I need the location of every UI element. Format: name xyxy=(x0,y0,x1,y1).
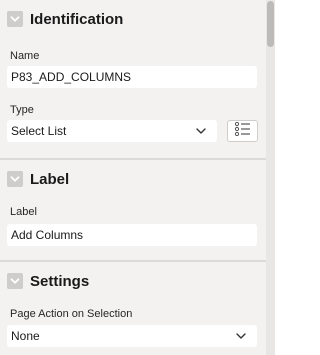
scrollbar-thumb[interactable] xyxy=(267,1,274,47)
section-header-label[interactable]: Label xyxy=(0,160,266,198)
section-title: Identification xyxy=(30,10,124,28)
collapse-icon[interactable] xyxy=(7,11,23,27)
section-title: Label xyxy=(30,170,70,188)
page-action-select[interactable]: None xyxy=(7,325,257,347)
type-select[interactable]: Select List xyxy=(7,120,217,142)
chevron-down-icon xyxy=(235,330,247,342)
list-of-values-button[interactable] xyxy=(227,120,258,142)
field-label-type: Type xyxy=(10,104,34,116)
section-header-identification[interactable]: Identification xyxy=(0,0,266,38)
property-editor-panel: Identification Name P83_ADD_COLUMNS Type… xyxy=(0,0,275,355)
field-label-label: Label xyxy=(10,206,37,218)
name-input[interactable]: P83_ADD_COLUMNS xyxy=(7,66,257,88)
section-label: Label Label Add Columns xyxy=(0,160,266,256)
section-header-settings[interactable]: Settings xyxy=(0,262,266,300)
field-label-page-action: Page Action on Selection xyxy=(10,308,133,320)
section-settings: Settings Page Action on Selection None xyxy=(0,262,266,355)
section-title: Settings xyxy=(30,272,90,290)
section-identification: Identification Name P83_ADD_COLUMNS Type… xyxy=(0,0,266,154)
label-input[interactable]: Add Columns xyxy=(7,224,257,246)
field-label-name: Name xyxy=(10,50,40,62)
collapse-icon[interactable] xyxy=(7,273,23,289)
list-icon xyxy=(234,121,252,141)
vertical-scrollbar[interactable] xyxy=(266,0,275,355)
property-editor-content: Identification Name P83_ADD_COLUMNS Type… xyxy=(0,0,266,355)
collapse-icon[interactable] xyxy=(7,171,23,187)
type-select-value: Select List xyxy=(11,124,67,138)
page-action-select-value: None xyxy=(11,329,40,343)
chevron-down-icon xyxy=(195,125,207,137)
